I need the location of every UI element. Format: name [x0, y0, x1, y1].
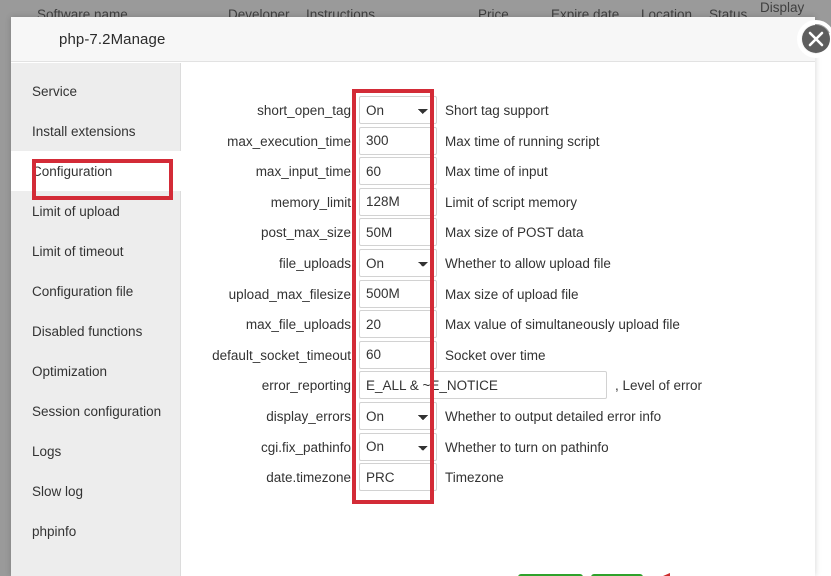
field-container [359, 463, 437, 492]
sidebar-item-disabled-functions[interactable]: Disabled functions [11, 311, 181, 351]
field-container [359, 310, 437, 339]
field-input-post_max_size[interactable] [359, 218, 437, 247]
field-description: Max time of input [445, 164, 548, 180]
dialog-sidebar: Service Install extensions Configuration Li… [11, 63, 181, 576]
sidebar-item-label: Disabled functions [32, 323, 143, 339]
form-row: max_execution_time Max time of running sc… [182, 126, 815, 157]
field-container: OnOff [359, 432, 437, 461]
field-label-upload_max_filesize: upload_max_filesize [228, 286, 351, 302]
field-input-file_uploads[interactable]: OnOff [359, 249, 437, 277]
field-label-display_errors: display_errors [266, 409, 351, 424]
field-container [359, 187, 437, 216]
close-icon[interactable] [794, 17, 831, 61]
background-left-strip [0, 0, 11, 576]
field-container [359, 157, 437, 186]
sidebar-item-phpinfo[interactable]: phpinfo [11, 511, 181, 551]
field-container: OnOff [359, 249, 437, 277]
field-input-memory_limit[interactable] [359, 187, 437, 216]
form-row: post_max_size Max size of POST data [182, 217, 815, 248]
field-input-short_open_tag[interactable]: OnOff [359, 96, 437, 124]
sidebar-item-label: Optimization [32, 363, 108, 379]
form-row: cgi.fix_pathinfo OnOff Whether to turn on … [182, 432, 815, 463]
sidebar-item-label: Logs [32, 443, 62, 459]
field-description: Whether to output detailed error info [445, 409, 662, 424]
form-row: file_uploads OnOff Whether to allow upload… [182, 248, 815, 279]
sidebar-item-label: Configuration file [32, 283, 134, 299]
field-container [359, 279, 437, 308]
form-row: max_file_uploads Max value of simultaneou… [182, 309, 815, 340]
field-container: OnOff [359, 96, 437, 124]
field-description: Max size of upload file [445, 286, 579, 302]
field-description: Max time of running script [445, 133, 600, 149]
field-label-max_file_uploads: max_file_uploads [245, 317, 351, 333]
form-row: memory_limit Limit of script memory [182, 187, 815, 218]
field-container [359, 371, 607, 400]
sidebar-item-label: Session configuration [32, 403, 162, 419]
background-right-panel [815, 33, 831, 576]
field-description: Limit of script memory [445, 194, 578, 210]
sidebar-item-configuration-file[interactable]: Configuration file [11, 271, 181, 311]
field-input-max_input_time[interactable] [359, 157, 437, 186]
sidebar-item-configuration[interactable]: Configuration [11, 151, 181, 191]
field-input-display_errors[interactable]: OnOff [359, 402, 437, 430]
sidebar-item-label: Slow log [32, 483, 84, 499]
form-row: error_reporting , Level of error [182, 370, 815, 401]
field-input-default_socket_timeout[interactable] [359, 340, 437, 369]
background-column-header: Display [760, 0, 805, 15]
field-description: Max value of simultaneously upload file [445, 317, 680, 333]
field-container [359, 126, 437, 155]
screen-root: Software name Developer Instructions Price E… [0, 0, 831, 576]
field-input-error_reporting[interactable] [359, 371, 607, 400]
sidebar-item-label: Install extensions [32, 123, 136, 139]
field-label-post_max_size: post_max_size [260, 225, 351, 241]
field-description: Short tag support [445, 103, 549, 118]
php-manage-dialog: php-7.2Manage Service Install extensions C… [11, 17, 831, 576]
field-label-cgi.fix_pathinfo: cgi.fix_pathinfo [260, 439, 351, 455]
field-label-date.timezone: date.timezone [266, 470, 351, 486]
field-input-date.timezone[interactable] [359, 463, 437, 492]
field-label-max_input_time: max_input_time [255, 164, 351, 180]
field-container [359, 218, 437, 247]
sidebar-item-label: Configuration [32, 163, 113, 179]
field-input-max_file_uploads[interactable] [359, 310, 437, 339]
form-row: short_open_tag OnOff Short tag support [182, 95, 815, 126]
sidebar-item-session-configuration[interactable]: Session configuration [11, 391, 181, 431]
field-description: Timezone [445, 470, 504, 486]
field-input-cgi.fix_pathinfo[interactable]: OnOff [359, 432, 437, 461]
field-label-file_uploads: file_uploads [278, 256, 351, 271]
sidebar-item-label: Service [32, 83, 78, 99]
field-container: OnOff [359, 402, 437, 430]
sidebar-item-logs[interactable]: Logs [11, 431, 181, 471]
configuration-form: short_open_tag OnOff Short tag support max_… [182, 63, 815, 576]
field-label-default_socket_timeout: default_socket_timeout [212, 347, 351, 363]
sidebar-item-service[interactable]: Service [11, 71, 181, 111]
annotation-arrow-save [663, 573, 670, 576]
field-description: Whether to turn on pathinfo [445, 439, 609, 455]
dialog-title: php-7.2Manage [59, 31, 166, 48]
field-label-error_reporting: error_reporting [261, 378, 351, 394]
form-row: date.timezone Timezone [182, 462, 815, 493]
field-input-max_execution_time[interactable] [359, 126, 437, 155]
form-row: max_input_time Max time of input [182, 156, 815, 187]
sidebar-item-limit-of-upload[interactable]: Limit of upload [11, 191, 181, 231]
field-label-max_execution_time: max_execution_time [227, 133, 351, 149]
form-row: upload_max_filesize Max size of upload fi… [182, 279, 815, 310]
field-label-memory_limit: memory_limit [270, 194, 351, 210]
sidebar-item-limit-of-timeout[interactable]: Limit of timeout [11, 231, 181, 271]
field-description: Max size of POST data [445, 225, 584, 241]
sidebar-item-install-extensions[interactable]: Install extensions [11, 111, 181, 151]
field-label-short_open_tag: short_open_tag [257, 103, 351, 118]
sidebar-item-optimization[interactable]: Optimization [11, 351, 181, 391]
field-description: Socket over time [445, 347, 546, 363]
form-row: display_errors OnOff Whether to output det… [182, 401, 815, 432]
sidebar-item-label: Limit of upload [32, 203, 120, 219]
field-container [359, 340, 437, 369]
form-row: default_socket_timeout Socket over time [182, 340, 815, 371]
sidebar-item-label: phpinfo [32, 523, 77, 539]
field-description: , Level of error [615, 378, 703, 394]
field-description: Whether to allow upload file [445, 256, 611, 271]
sidebar-item-slow-log[interactable]: Slow log [11, 471, 181, 511]
field-input-upload_max_filesize[interactable] [359, 279, 437, 308]
sidebar-item-label: Limit of timeout [32, 243, 124, 259]
